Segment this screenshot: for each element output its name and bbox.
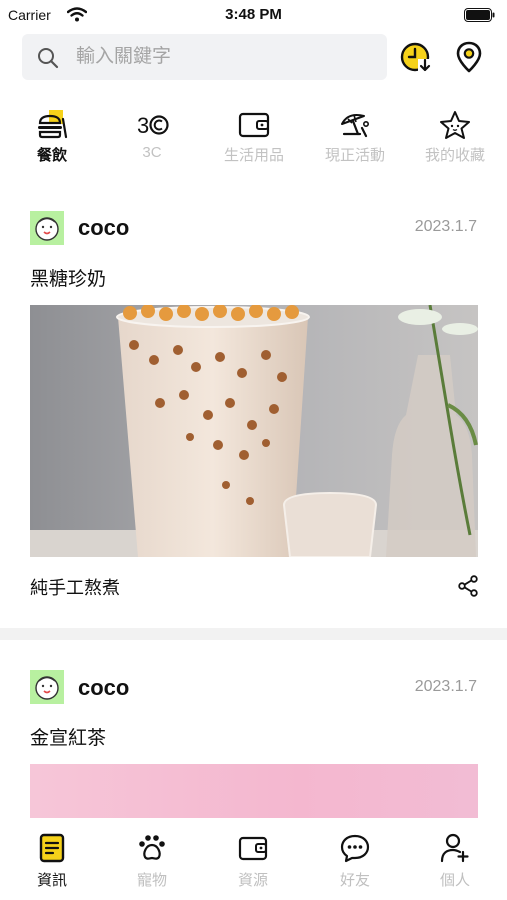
tab-profile[interactable]: 個人 [415, 832, 495, 894]
tab-label: 資源 [237, 872, 268, 889]
category-bar: 餐飲 3 3C 生活用品 現正活動 我的收藏 [0, 100, 507, 180]
beach-umbrella-icon [341, 114, 369, 138]
post-caption: 純手工熬煮 [30, 578, 120, 598]
status-bar: Carrier 3:48 PM [0, 0, 507, 30]
bottom-tab-bar: 資訊 寵物 資源 好友 個人 [0, 818, 507, 900]
category-favorites[interactable]: 我的收藏 [415, 100, 495, 170]
search-icon [38, 48, 59, 69]
tab-pets[interactable]: 寵物 [112, 832, 192, 894]
category-label: 現正活動 [324, 147, 385, 164]
post-image[interactable] [30, 305, 478, 557]
svg-text:3: 3 [137, 113, 149, 138]
3c-icon: 3 [137, 113, 169, 138]
post-date: 2023.1.7 [414, 678, 477, 695]
post-title: 金宣紅茶 [30, 728, 107, 749]
avatar-face-icon [35, 676, 59, 700]
tab-resources[interactable]: 資源 [213, 832, 293, 894]
add-user-icon [440, 833, 469, 863]
category-events[interactable]: 現正活動 [315, 100, 395, 170]
chat-icon [340, 834, 370, 863]
search-input[interactable] [76, 34, 376, 80]
tab-friends[interactable]: 好友 [315, 832, 395, 894]
category-label: 生活用品 [223, 147, 284, 164]
avatar[interactable] [30, 670, 64, 704]
location-pin-icon[interactable] [452, 40, 486, 74]
category-food[interactable]: 餐飲 [12, 100, 92, 170]
post-divider [0, 628, 507, 640]
wallet-icon [238, 836, 268, 861]
tab-label: 寵物 [136, 872, 167, 889]
battery-icon [464, 8, 495, 22]
news-icon [39, 833, 65, 863]
category-daily-goods[interactable]: 生活用品 [214, 100, 294, 170]
author-name[interactable]: coco [78, 675, 129, 701]
avatar[interactable] [30, 211, 64, 245]
tab-label: 好友 [339, 872, 370, 889]
status-time: 3:48 PM [225, 6, 282, 23]
category-3c[interactable]: 3 3C [112, 100, 192, 170]
tab-label: 個人 [439, 872, 470, 889]
category-label: 3C [142, 144, 162, 161]
post-image[interactable] [30, 764, 478, 820]
post-date: 2023.1.7 [414, 218, 477, 235]
avatar-face-icon [35, 217, 59, 241]
search-bar[interactable] [22, 34, 387, 80]
share-icon[interactable] [457, 575, 479, 597]
post-title: 黑糖珍奶 [30, 269, 107, 290]
author-name[interactable]: coco [78, 215, 129, 241]
food-icon [38, 110, 68, 139]
category-label: 我的收藏 [424, 147, 485, 164]
wallet-icon [238, 112, 270, 138]
milk-tea-photo [30, 305, 478, 557]
paw-icon [139, 835, 165, 860]
history-download-icon[interactable] [398, 40, 432, 74]
tab-label: 資訊 [36, 872, 67, 889]
star-icon [440, 111, 470, 139]
tab-news[interactable]: 資訊 [12, 832, 92, 894]
category-label: 餐飲 [36, 147, 67, 164]
